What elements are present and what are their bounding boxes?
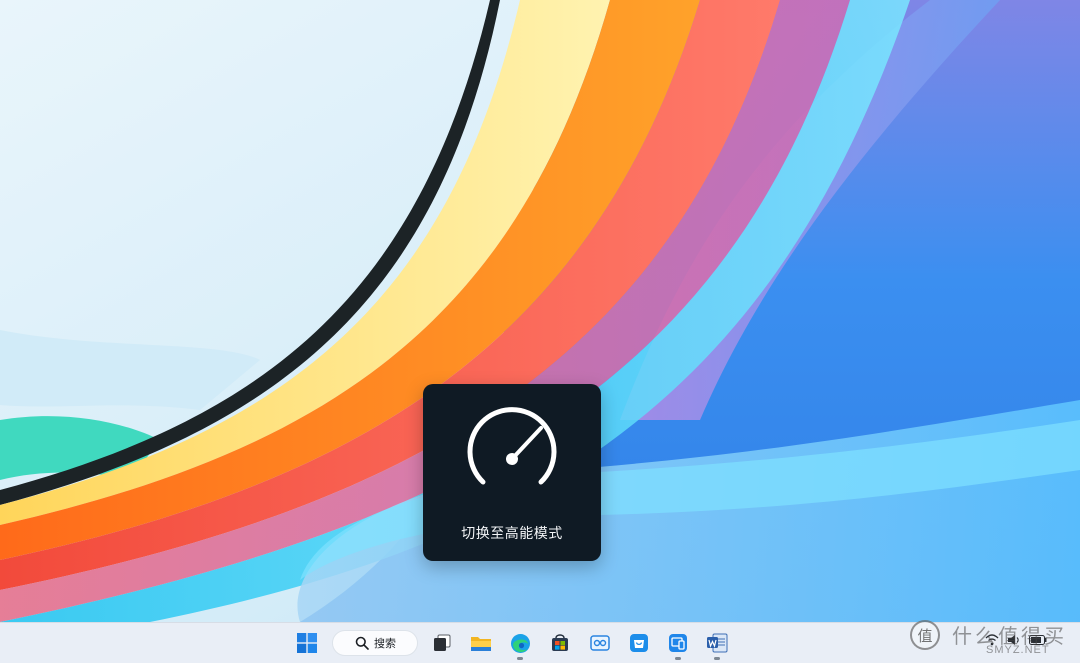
word-icon	[707, 633, 728, 653]
word-button[interactable]	[703, 629, 731, 660]
task-view-button[interactable]	[428, 629, 456, 657]
watermark-logo: 值	[910, 620, 940, 650]
desktop: 切换至高能模式	[0, 0, 1080, 622]
search-icon	[355, 636, 369, 650]
osd-label: 切换至高能模式	[461, 525, 563, 541]
running-indicator	[714, 657, 720, 660]
windows-logo-icon	[297, 633, 317, 653]
photos-app-button[interactable]	[586, 629, 614, 657]
shopping-app-button[interactable]	[625, 629, 653, 657]
file-explorer-button[interactable]	[467, 629, 495, 657]
edge-browser-icon	[510, 633, 530, 653]
performance-mode-osd: 切换至高能模式	[423, 384, 601, 561]
search-box[interactable]: 搜索	[332, 630, 418, 656]
microsoft-store-button[interactable]	[546, 629, 574, 657]
folder-icon	[471, 637, 491, 651]
task-view-icon	[434, 634, 451, 651]
shopping-bag-icon	[630, 634, 648, 652]
running-indicator	[517, 657, 523, 660]
start-button[interactable]	[293, 629, 321, 657]
speedometer-icon	[467, 407, 557, 485]
store-icon	[552, 634, 568, 651]
watermark-subtext: SMYZ.NET	[986, 644, 1050, 656]
search-label: 搜索	[374, 638, 396, 650]
running-indicator	[675, 657, 681, 660]
photos-app-icon	[590, 635, 610, 651]
site-watermark: 值 什么值得买 SMYZ.NET	[908, 614, 1080, 662]
device-connect-icon	[669, 634, 687, 652]
edge-button[interactable]	[506, 629, 534, 660]
device-connect-button[interactable]	[664, 629, 692, 660]
